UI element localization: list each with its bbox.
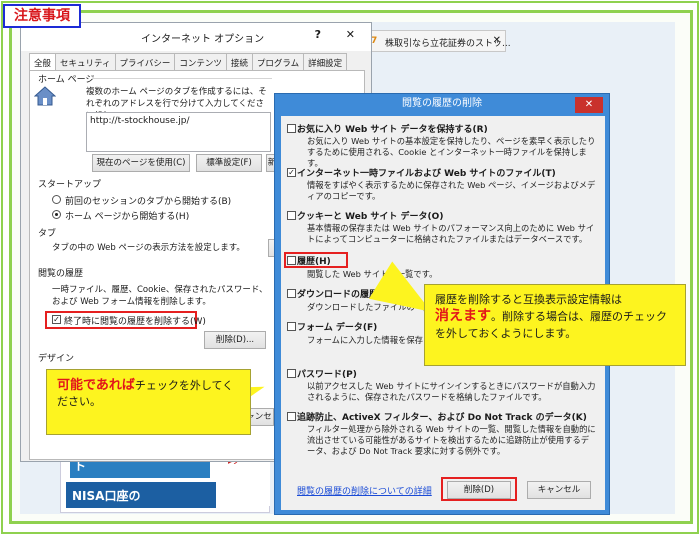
callout-right-highlight: 消えます (435, 308, 491, 324)
history-help-link[interactable]: 閲覧の履歴の削除についての詳細 (297, 484, 432, 497)
tab-connections[interactable]: 接続 (225, 53, 253, 71)
delete-history-button[interactable]: 削除(D)... (204, 331, 266, 349)
tab-security[interactable]: セキュリティ (55, 53, 116, 71)
cancel-button[interactable]: キャンセル (527, 481, 591, 499)
confirm-delete-button[interactable]: 削除(D) (447, 481, 511, 499)
browser-tab[interactable]: 7 株取引なら立花証券のストッ... ✕ (366, 30, 511, 52)
startup-option-previous: 前回のセッションのタブから開始する(B) (65, 197, 232, 207)
tracking-data-checkbox[interactable] (287, 412, 296, 421)
tab-advanced[interactable]: 詳細設定 (303, 53, 348, 71)
form-data-checkbox[interactable] (287, 322, 296, 331)
delete-on-exit-checkbox[interactable]: ✓ (52, 315, 61, 324)
history-checkbox[interactable] (287, 256, 296, 265)
cookies-desc: 基本情報の保存または Web サイトのパフォーマンス向上のために Web サイト… (307, 223, 595, 244)
site-icon: 7 (371, 36, 378, 46)
use-default-button[interactable]: 標準設定(F) (196, 154, 262, 172)
startup-radio-home[interactable] (52, 210, 61, 219)
divider (92, 78, 272, 79)
tabs-desc: タブの中の Web ページの表示方法を設定します。 (52, 243, 245, 253)
dialog-title: インターネット オプション (141, 34, 265, 45)
passwords-label: パスワード(P) (297, 370, 357, 380)
tab-privacy[interactable]: プライバシー (114, 53, 176, 71)
delete-history-title: 閲覧の履歴の削除 (402, 98, 482, 109)
close-button[interactable]: ✕ (346, 28, 355, 41)
callout-right: 履歴を削除すると互換表示設定情報は 消えます。削除する場合は、履歴のチェックを外… (424, 284, 686, 366)
passwords-desc: 以前アクセスした Web サイトにサインインするときにパスワードが自動入力される… (307, 381, 596, 402)
cookies-label: クッキーと Web サイト データ(O) (297, 212, 444, 222)
tabs-label: タブ (38, 229, 57, 239)
keep-favorites-checkbox[interactable] (287, 124, 296, 133)
keep-favorites-desc: お気に入り Web サイトの基本設定を保持したり、ページを素早く表示したりするた… (307, 136, 596, 168)
tab-programs[interactable]: プログラム (251, 53, 305, 71)
home-icon (34, 86, 56, 106)
use-current-button[interactable]: 現在のページを使用(C) (92, 154, 190, 172)
design-label: デザイン (38, 354, 75, 364)
notice-label: 注意事項 (3, 4, 81, 28)
temp-files-desc: 情報をすばやく表示するために保存された Web ページ、イメージおよびメディアの… (307, 180, 596, 201)
delete-on-exit-label: 終了時に閲覧の履歴を削除する(W) (64, 317, 206, 327)
startup-label: スタートアップ (38, 180, 102, 190)
history-desc: 一時ファイル、履歴、Cookie、保存されたパスワード、および Web フォーム… (52, 285, 268, 307)
home-page-label: ホーム ページ (38, 75, 95, 85)
tab-content[interactable]: コンテンツ (174, 53, 227, 71)
cookies-checkbox[interactable] (287, 211, 296, 220)
temp-files-checkbox[interactable]: ✓ (287, 168, 296, 177)
startup-option-home: ホーム ページから開始する(H) (65, 212, 190, 222)
help-button[interactable]: ? (315, 28, 321, 41)
startup-radio-previous[interactable] (52, 195, 61, 204)
close-tab-icon[interactable]: ✕ (493, 35, 501, 46)
form-data-label: フォーム データ(F) (297, 323, 378, 333)
home-page-url-input[interactable]: http://t-stockhouse.jp/ (86, 112, 271, 152)
callout-left: 可能であればチェックを外してください。 (46, 369, 251, 435)
history-option-desc: 閲覧した Web サイトの一覧です。 (307, 269, 438, 279)
download-history-checkbox[interactable] (287, 289, 296, 298)
passwords-checkbox[interactable] (287, 369, 296, 378)
history-label: 閲覧の履歴 (38, 269, 84, 279)
history-option-label: 履歴(H) (297, 257, 331, 267)
temp-files-label: インターネット一時ファイルおよび Web サイトのファイル(T) (297, 169, 556, 179)
keep-favorites-label: お気に入り Web サイト データを保持する(R) (297, 125, 488, 135)
tab-strip: 全般 セキュリティ プライバシー コンテンツ 接続 プログラム 詳細設定 (29, 53, 348, 71)
callout-right-line1: 履歴を削除すると互換表示設定情報は (435, 293, 622, 306)
tracking-data-label: 追跡防止、ActiveX フィルター、および Do Not Track のデータ… (297, 413, 587, 423)
tab-general[interactable]: 全般 (29, 53, 57, 71)
nisa-banner-2[interactable]: NISA口座の (66, 482, 216, 508)
callout-left-highlight: 可能であれば (57, 378, 135, 393)
close-icon[interactable]: ✕ (575, 97, 603, 113)
tracking-data-desc: フィルター処理から除外される Web サイトの一覧、閲覧した情報を自動的に流出さ… (307, 424, 596, 456)
